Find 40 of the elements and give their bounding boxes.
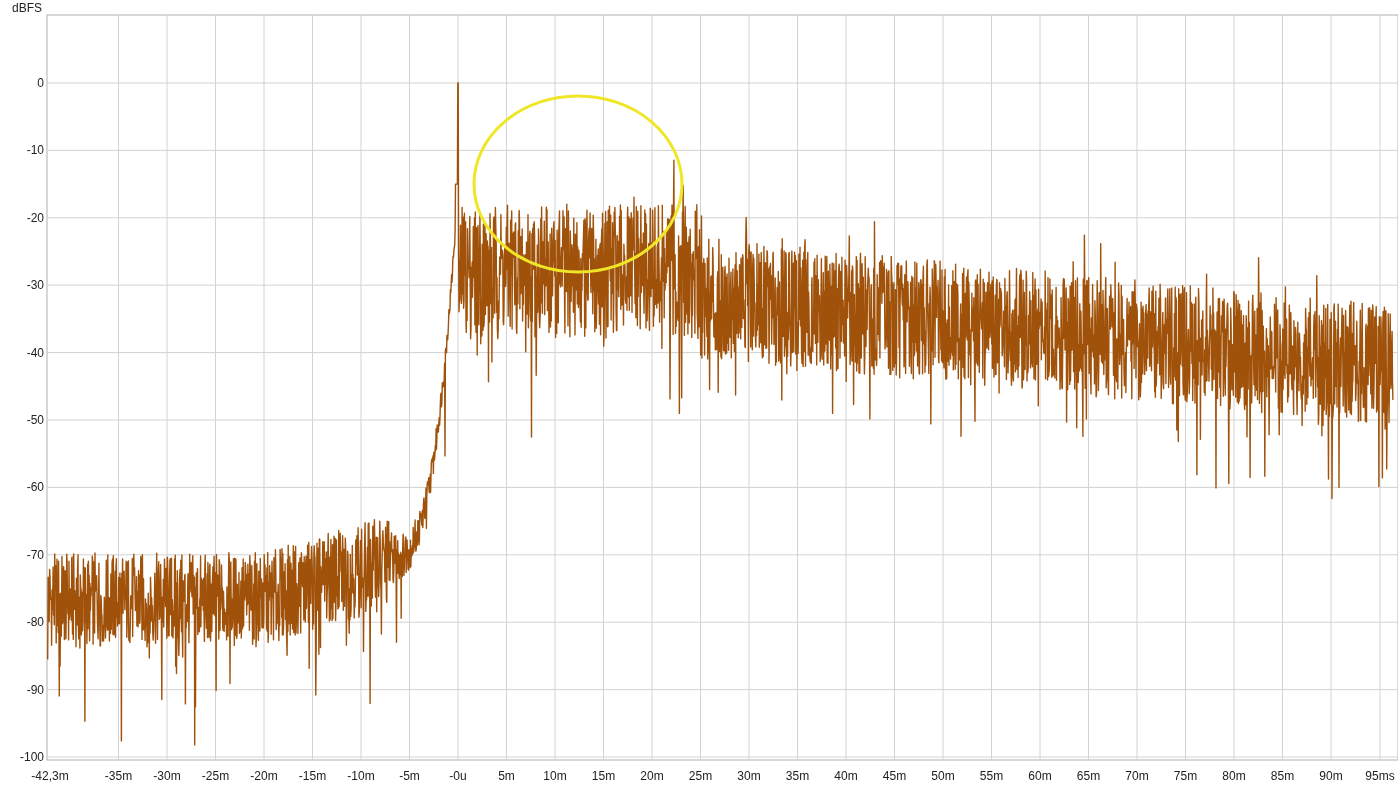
x-tick-label: 15m (591, 769, 616, 783)
x-tick-label: -15m (298, 769, 327, 783)
x-tick-label: 10m (543, 769, 567, 783)
x-tick-label: -20m (250, 769, 278, 783)
x-tick-label: -30m (153, 769, 181, 783)
x-tick-label: -35m (104, 769, 133, 783)
x-tick-label: -0u (449, 769, 467, 783)
x-tick-label: 80m (1222, 769, 1246, 783)
x-tick-label: 35m (785, 769, 810, 783)
x-tick-label: 95ms (1365, 769, 1395, 783)
y-tick-label: -60 (26, 480, 44, 495)
y-tick-label: -30 (26, 278, 44, 293)
x-tick-label: 60m (1028, 769, 1052, 783)
x-tick-label: 65m (1076, 769, 1101, 783)
x-tick-label: -42,3m (31, 769, 69, 783)
x-tick-label: 50m (931, 769, 955, 783)
axis-title: dBFS (12, 1, 42, 15)
x-tick-label: 5m (498, 769, 515, 783)
x-tick-label: 90m (1319, 769, 1343, 783)
x-tick-label: 45m (882, 769, 907, 783)
x-tick-label: -10m (347, 769, 375, 783)
y-tick-label: -80 (26, 615, 44, 630)
x-tick-label: 25m (688, 769, 713, 783)
x-tick-label: 85m (1270, 769, 1295, 783)
y-tick-label: -90 (26, 682, 44, 697)
x-tick-label: 30m (737, 769, 761, 783)
x-tick-label: -5m (399, 769, 420, 783)
y-tick-label: -70 (26, 547, 44, 562)
y-tick-label: 0 (37, 76, 44, 90)
y-tick-label: -50 (26, 413, 44, 427)
x-tick-label: -25m (201, 769, 230, 783)
x-tick-label: 40m (834, 769, 858, 783)
x-tick-label: 70m (1125, 769, 1149, 783)
y-tick-label: -100 (19, 750, 44, 764)
x-tick-label: 20m (640, 769, 664, 783)
y-tick-label: -10 (26, 143, 44, 158)
x-tick-label: 75m (1173, 769, 1198, 783)
x-tick-label: 55m (979, 769, 1004, 783)
y-tick-label: -20 (26, 210, 44, 225)
y-tick-label: -40 (26, 345, 44, 360)
